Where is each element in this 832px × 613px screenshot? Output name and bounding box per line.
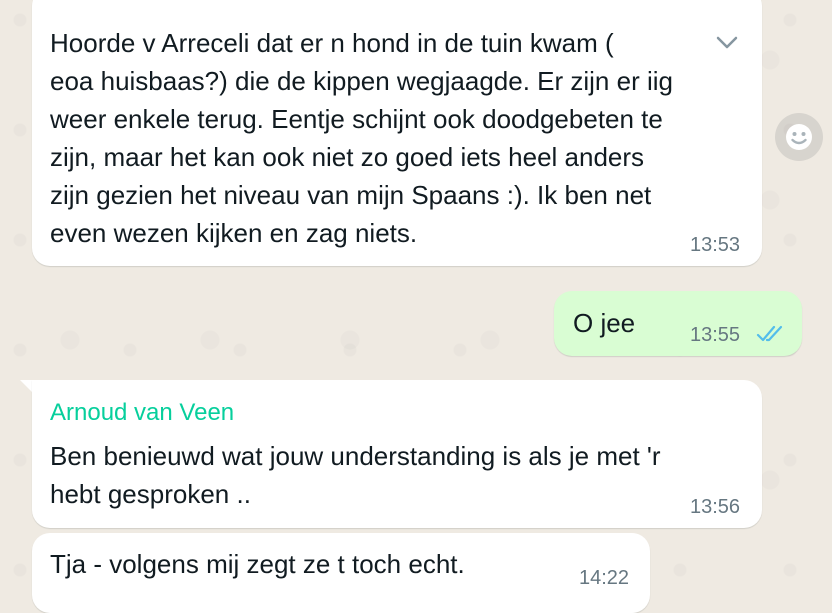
message-text: Ben benieuwd wat jouw understanding is a… [50,441,661,509]
message-menu-fade [670,30,720,60]
emoji-icon [786,124,812,150]
message-text: Hoorde v Arreceli dat er n hond in de tu… [50,28,673,248]
message-text: Tja - volgens mij zegt ze t toch echt. [50,549,465,579]
message-time: 14:22 [579,567,630,589]
message-time: 13:55 [690,324,741,346]
double-check-icon [756,325,783,342]
sender-name[interactable]: Arnoud van Veen [50,399,234,427]
chevron-down-icon[interactable] [714,34,740,52]
react-button[interactable] [775,113,823,161]
message-time: 13:56 [690,496,741,518]
message-text: O jee [573,308,636,338]
message-time: 13:53 [690,234,741,256]
